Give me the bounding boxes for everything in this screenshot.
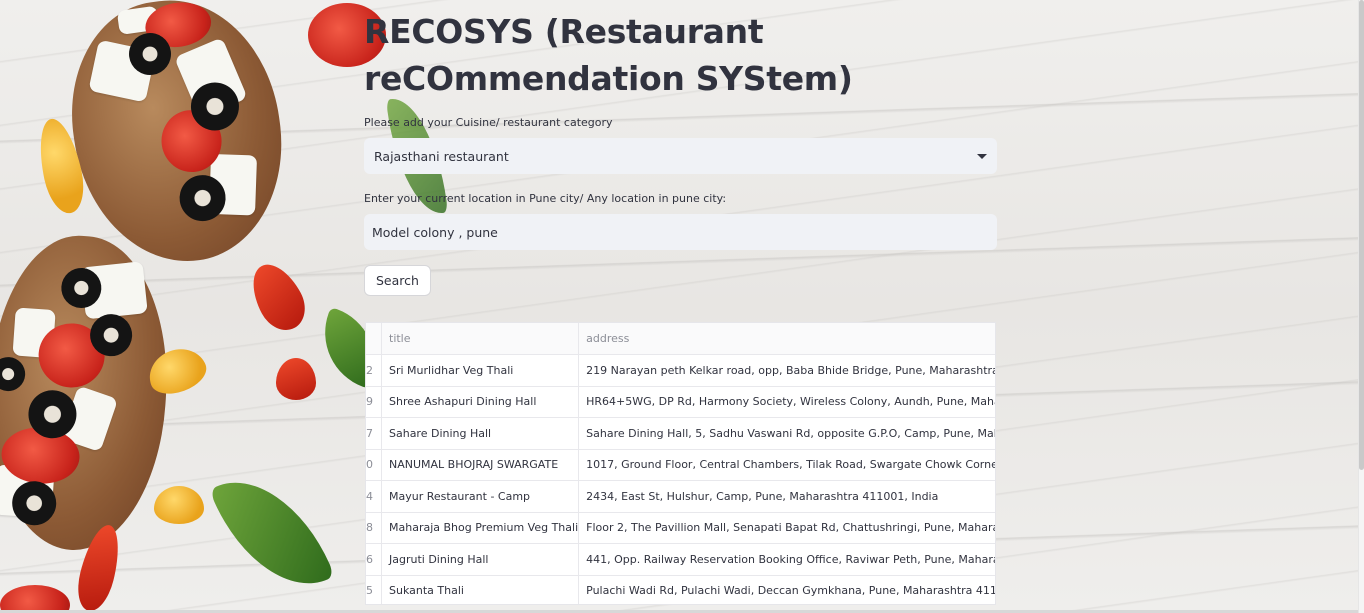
row-title[interactable]: Sri Murlidhar Veg Thali	[381, 354, 580, 387]
row-index: 4	[366, 480, 382, 513]
location-input[interactable]: Model colony , pune	[364, 214, 997, 250]
results-table-grid: title address 2 Sri Murlidhar Veg Thali …	[366, 323, 995, 604]
location-input-value: Model colony , pune	[372, 224, 498, 240]
row-title[interactable]: NANUMAL BHOJRAJ SWARGATE	[381, 449, 580, 481]
search-button[interactable]: Search	[364, 265, 431, 296]
row-index: 2	[366, 354, 382, 387]
table-row[interactable]: 4 Mayur Restaurant - Camp 2434, East St,…	[366, 480, 995, 513]
row-title[interactable]: Mayur Restaurant - Camp	[381, 480, 580, 513]
cuisine-label: Please add your Cuisine/ restaurant cate…	[364, 116, 613, 129]
cuisine-select[interactable]: Rajasthani restaurant	[364, 138, 997, 174]
table-row[interactable]: 8 Maharaja Bhog Premium Veg Thali Floor …	[366, 512, 995, 544]
table-row[interactable]: 0 NANUMAL BHOJRAJ SWARGATE 1017, Ground …	[366, 449, 995, 481]
table-row[interactable]: 2 Sri Murlidhar Veg Thali 219 Narayan pe…	[366, 354, 995, 387]
table-row[interactable]: 7 Sahare Dining Hall Sahare Dining Hall,…	[366, 417, 995, 450]
page-scrollbar[interactable]	[1358, 0, 1364, 613]
row-index: 6	[366, 543, 382, 576]
row-index: 8	[366, 512, 382, 544]
row-title[interactable]: Jagruti Dining Hall	[381, 543, 580, 576]
row-index: 9	[366, 386, 382, 418]
row-address[interactable]: 441, Opp. Railway Reservation Booking Of…	[578, 543, 995, 576]
row-title[interactable]: Maharaja Bhog Premium Veg Thali	[381, 512, 580, 544]
page-title: RECOSYS (Restaurant reCOmmendation SYSte…	[364, 8, 997, 102]
table-row[interactable]: 9 Shree Ashapuri Dining Hall HR64+5WG, D…	[366, 386, 995, 418]
row-address[interactable]: 219 Narayan peth Kelkar road, opp, Baba …	[578, 354, 995, 387]
row-title[interactable]: Shree Ashapuri Dining Hall	[381, 386, 580, 418]
main-content: RECOSYS (Restaurant reCOmmendation SYSte…	[364, 8, 997, 296]
cuisine-select-value: Rajasthani restaurant	[374, 148, 509, 164]
row-index: 5	[366, 575, 382, 604]
row-address[interactable]: Sahare Dining Hall, 5, Sadhu Vaswani Rd,…	[578, 417, 995, 450]
chevron-down-icon[interactable]	[977, 153, 987, 159]
column-header-index[interactable]	[366, 323, 382, 355]
table-row[interactable]: 5 Sukanta Thali Pulachi Wadi Rd, Pulachi…	[366, 575, 995, 604]
row-address[interactable]: 1017, Ground Floor, Central Chambers, Ti…	[578, 449, 995, 481]
row-title[interactable]: Sukanta Thali	[381, 575, 580, 604]
results-table[interactable]: title address 2 Sri Murlidhar Veg Thali …	[365, 322, 996, 605]
location-label: Enter your current location in Pune city…	[364, 192, 727, 205]
row-address[interactable]: HR64+5WG, DP Rd, Harmony Society, Wirele…	[578, 386, 995, 418]
column-header-title[interactable]: title	[381, 323, 580, 355]
column-header-address[interactable]: address	[578, 323, 995, 355]
row-index: 0	[366, 449, 382, 481]
row-address[interactable]: 2434, East St, Hulshur, Camp, Pune, Maha…	[578, 480, 995, 513]
table-row[interactable]: 6 Jagruti Dining Hall 441, Opp. Railway …	[366, 543, 995, 576]
row-address[interactable]: Floor 2, The Pavillion Mall, Senapati Ba…	[578, 512, 995, 544]
row-title[interactable]: Sahare Dining Hall	[381, 417, 580, 450]
row-address[interactable]: Pulachi Wadi Rd, Pulachi Wadi, Deccan Gy…	[578, 575, 995, 604]
page-title-line2: reCOmmendation SYStem)	[364, 59, 853, 98]
row-index: 7	[366, 417, 382, 450]
table-header-row: title address	[366, 323, 995, 355]
page-title-line1: RECOSYS (Restaurant	[364, 12, 764, 51]
page-scrollbar-thumb[interactable]	[1359, 0, 1364, 470]
